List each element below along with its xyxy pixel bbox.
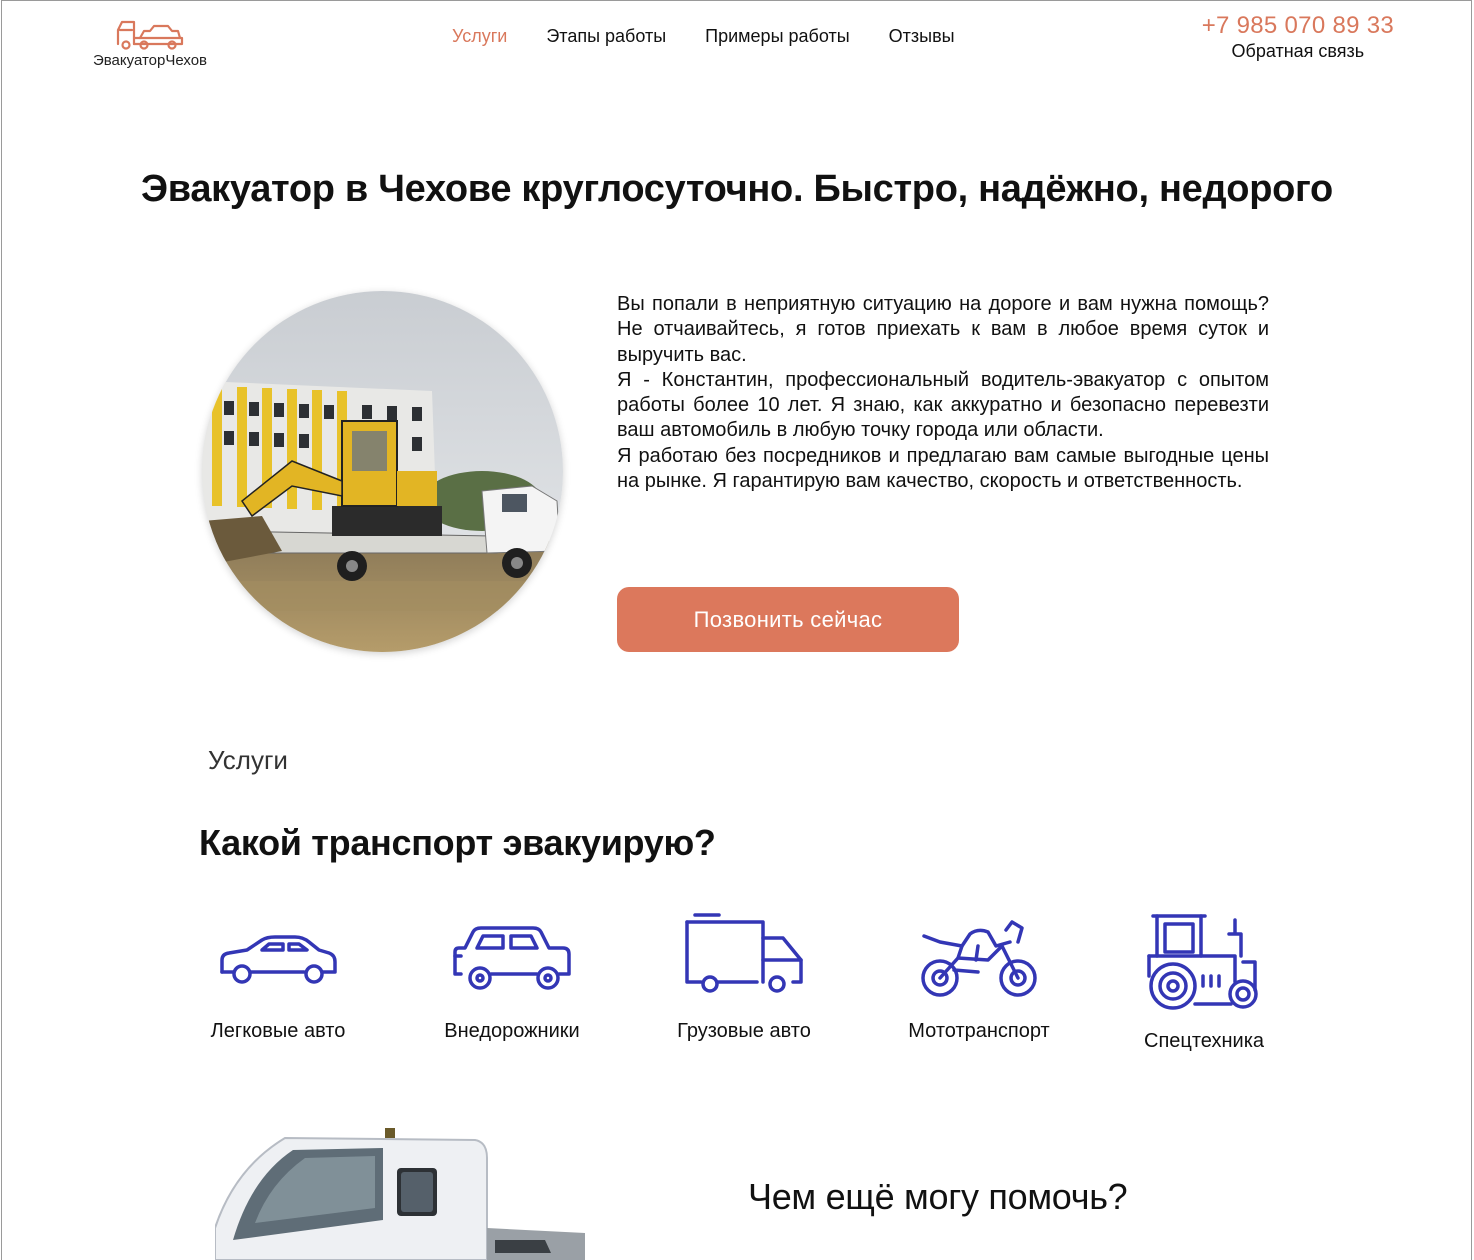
suv-icon	[453, 926, 571, 990]
vehicle-label: Легковые авто	[210, 1020, 346, 1042]
phone-link[interactable]: +7 985 070 89 33	[1202, 12, 1394, 40]
tow-truck-photo	[202, 291, 563, 652]
tractor-icon	[1147, 914, 1258, 1010]
section-title: Какой транспорт эвакуирую?	[199, 822, 716, 863]
hero-title: Эвакуатор в Чехове круглосуточно. Быстро…	[141, 168, 1333, 210]
vehicle-item-trucks[interactable]: Грузовые авто	[644, 912, 844, 1043]
nav-item-reviews[interactable]: Отзывы	[889, 26, 955, 47]
logo-text: ЭвакуаторЧехов	[92, 52, 208, 69]
intro-paragraph: Я работаю без посредников и предлагаю ва…	[617, 444, 1269, 493]
call-now-button[interactable]: Позвонить сейчас	[617, 587, 959, 652]
section-label: Услуги	[208, 745, 288, 775]
vehicle-item-special[interactable]: Спецтехника	[1104, 912, 1304, 1053]
vehicle-label: Мототранспорт	[908, 1020, 1050, 1042]
vehicle-label: Внедорожники	[444, 1020, 580, 1042]
intro-paragraph: Я - Константин, профессиональный водител…	[617, 368, 1269, 442]
feedback-link[interactable]: Обратная связь	[1202, 41, 1394, 62]
sedan-icon	[220, 935, 337, 984]
truck-icon	[685, 913, 803, 993]
vehicle-item-suv[interactable]: Внедорожники	[412, 912, 612, 1043]
nav-item-stages[interactable]: Этапы работы	[546, 26, 666, 47]
vehicle-types: Легковые авто Внедорожники Грузовые авто	[0, 912, 1474, 1062]
tow-truck-logo-icon	[116, 20, 184, 50]
nav-item-services[interactable]: Услуги	[452, 26, 507, 47]
motorcycle-icon	[921, 920, 1037, 997]
vehicle-item-cars[interactable]: Легковые авто	[178, 912, 378, 1043]
header-contacts: +7 985 070 89 33 Обратная связь	[1202, 12, 1394, 62]
vehicle-item-moto[interactable]: Мототранспорт	[879, 912, 1079, 1043]
nav-item-examples[interactable]: Примеры работы	[705, 26, 849, 47]
help-title: Чем ещё могу помочь?	[748, 1176, 1128, 1217]
tow-truck-photo	[215, 1128, 585, 1260]
site-logo[interactable]: ЭвакуаторЧехов	[88, 16, 212, 70]
white-truck-image	[215, 1128, 585, 1260]
hero-photo	[202, 291, 563, 652]
main-nav: Услуги Этапы работы Примеры работы Отзыв…	[452, 26, 994, 47]
vehicle-label: Спецтехника	[1144, 1030, 1264, 1052]
intro-text: Вы попали в неприятную ситуацию на дорог…	[617, 292, 1269, 494]
intro-paragraph: Вы попали в неприятную ситуацию на дорог…	[617, 293, 1269, 366]
vehicle-label: Грузовые авто	[677, 1020, 811, 1042]
